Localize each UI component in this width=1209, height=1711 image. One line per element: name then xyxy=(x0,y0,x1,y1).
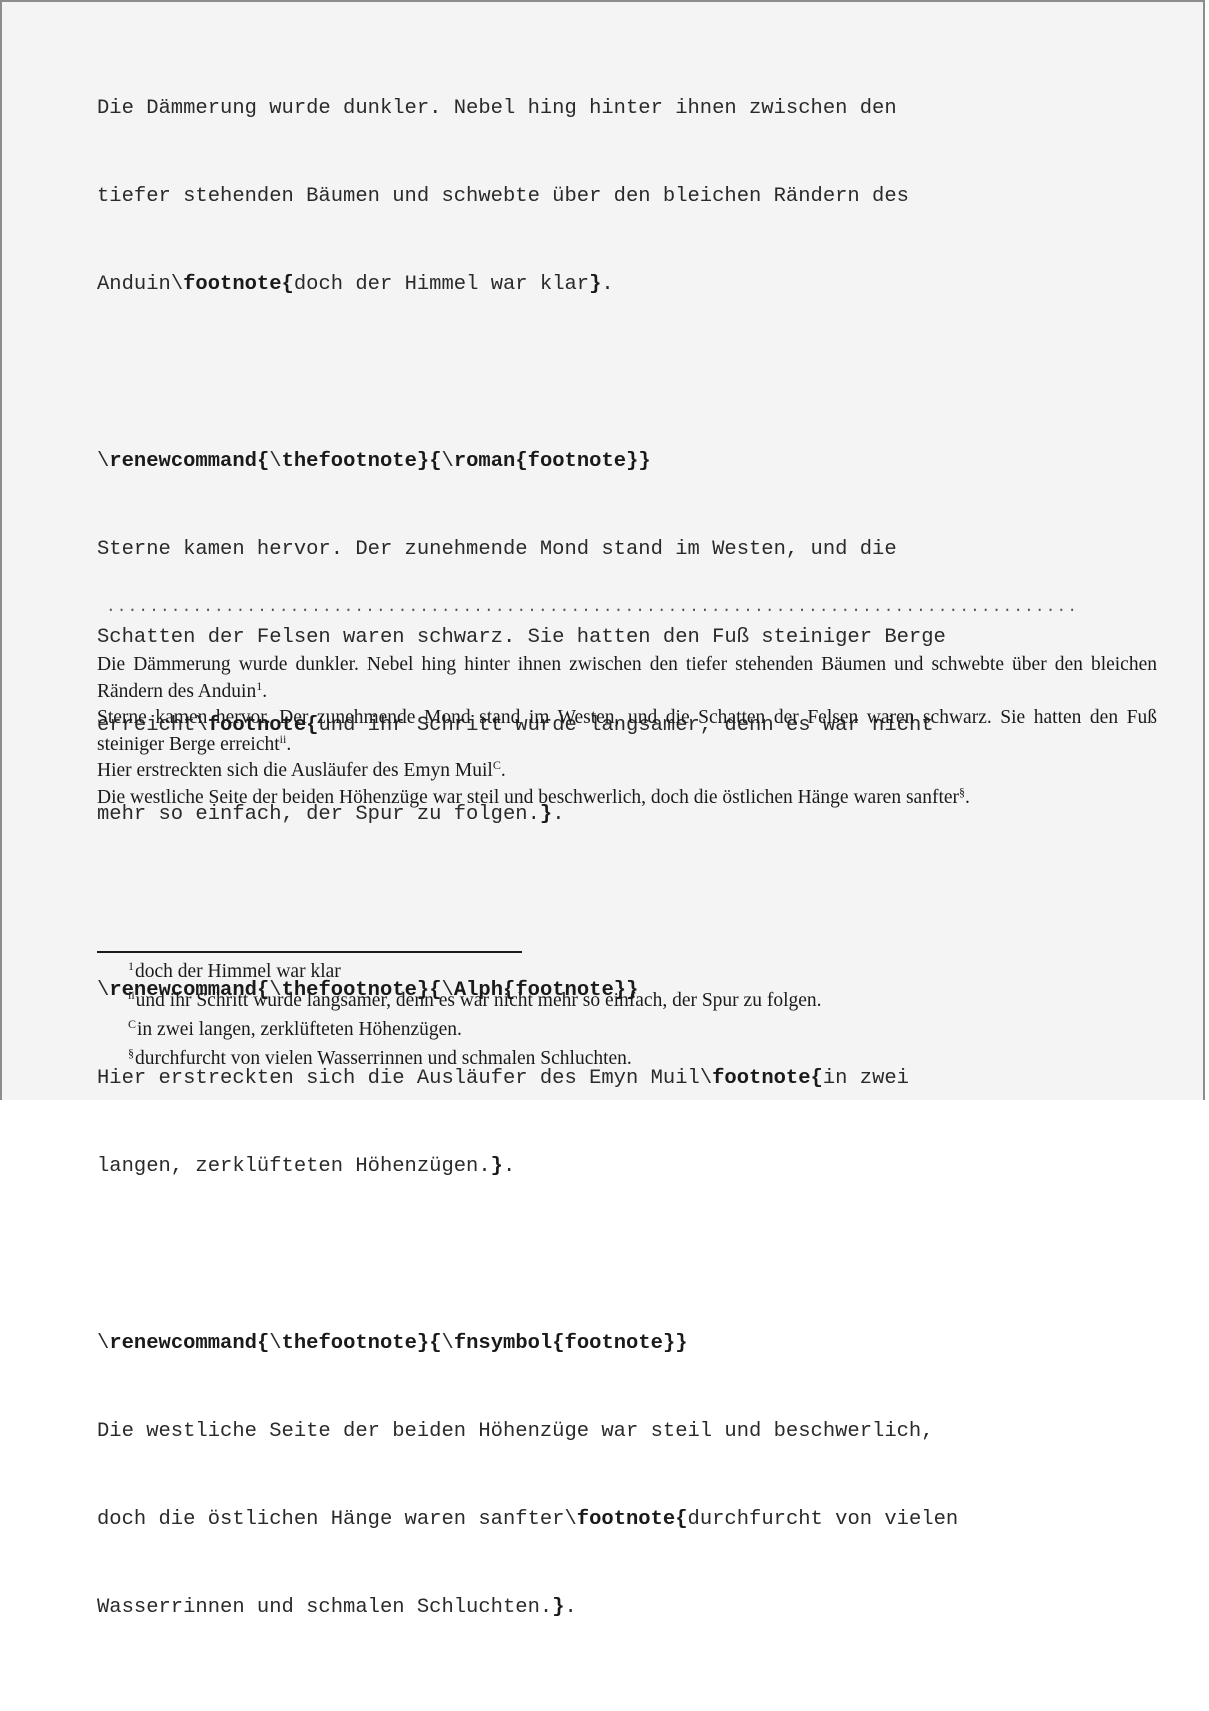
latex-command: thefootnote xyxy=(281,1331,417,1355)
source-line: Anduin\footnote{doch der Himmel war klar… xyxy=(97,273,614,297)
latex-command: renewcommand xyxy=(109,1331,257,1355)
output-text: . xyxy=(286,733,292,755)
source-line: doch die östlichen Hänge waren sanfter\f… xyxy=(97,1508,959,1532)
footnote-argument: durchfurcht von vielen xyxy=(687,1508,959,1532)
source-line: tiefer stehenden Bäumen und schwebte übe… xyxy=(97,185,909,209)
latex-argument: footnote xyxy=(527,449,627,473)
latex-argument: footnote xyxy=(564,1331,663,1355)
typeset-output: Die Dämmerung wurde dunkler. Nebel hing … xyxy=(97,652,1157,811)
footnote-mark: ii xyxy=(128,988,135,1002)
latex-source: Die Dämmerung wurde dunkler. Nebel hing … xyxy=(97,35,1157,1711)
source-paragraph-4: \renewcommand{\thefootnote}{\fnsymbol{fo… xyxy=(97,1270,1157,1682)
document-page: Die Dämmerung wurde dunkler. Nebel hing … xyxy=(0,0,1205,1619)
footnote-item: iiund ihr Schritt wurde langsamer, denn … xyxy=(128,986,1128,1015)
renewcommand-line: \renewcommand{\thefootnote}{\fnsymbol{fo… xyxy=(97,1331,688,1355)
source-text: . xyxy=(601,273,614,297)
footnote-list: 1doch der Himmel war klar iiund ihr Schr… xyxy=(128,957,1128,1073)
footnote-rule xyxy=(97,951,522,953)
footnote-text: doch der Himmel war klar xyxy=(135,961,341,982)
latex-command: roman xyxy=(453,449,516,473)
source-line: Schatten der Felsen waren schwarz. Sie h… xyxy=(97,626,946,650)
output-paragraph-1: Die Dämmerung wurde dunkler. Nebel hing … xyxy=(97,652,1157,705)
output-paragraph-3: Hier erstreckten sich die Ausläufer des … xyxy=(97,758,1157,785)
output-text: Die westliche Seite der beiden Höhenzüge… xyxy=(97,786,960,808)
latex-command: renewcommand xyxy=(109,449,257,473)
source-paragraph-2: \renewcommand{\thefootnote}{\roman{footn… xyxy=(97,388,1157,888)
footnote-item: Cin zwei langen, zerklüfteten Höhenzügen… xyxy=(128,1015,1128,1044)
source-paragraph-1: Die Dämmerung wurde dunkler. Nebel hing … xyxy=(97,35,1157,358)
footnote-text: und ihr Schritt wurde langsamer, denn es… xyxy=(135,990,822,1011)
source-line: Die westliche Seite der beiden Höhenzüge… xyxy=(97,1420,934,1444)
source-text: Anduin xyxy=(97,273,171,297)
output-text: Sterne kamen hervor. Der zunehmende Mond… xyxy=(97,707,1157,755)
separator-dots: ........................................… xyxy=(106,598,1079,616)
source-line: Die Dämmerung wurde dunkler. Nebel hing … xyxy=(97,96,897,120)
latex-command: fnsymbol xyxy=(453,1331,553,1355)
footnote-argument: doch der Himmel war klar xyxy=(293,273,590,297)
source-line: Wasserrinnen und schmalen Schluchten.}. xyxy=(97,1596,577,1620)
source-line: langen, zerklüfteten Höhenzügen.}. xyxy=(97,1155,516,1179)
footnote-mark: § xyxy=(128,1046,134,1060)
output-text: Hier erstreckten sich die Ausläufer des … xyxy=(97,760,493,781)
latex-command: footnote xyxy=(576,1508,676,1532)
output-text: . xyxy=(965,786,970,808)
source-text: . xyxy=(564,1596,577,1620)
footnote-argument: Wasserrinnen und schmalen Schluchten. xyxy=(97,1596,553,1620)
output-text: . xyxy=(262,680,268,702)
latex-command: footnote xyxy=(183,273,282,297)
source-text: doch die östlichen Hänge waren sanfter xyxy=(97,1508,565,1532)
footnote-argument: langen, zerklüfteten Höhenzügen. xyxy=(97,1155,491,1179)
footnote-mark: C xyxy=(492,758,501,772)
renewcommand-line: \renewcommand{\thefootnote}{\roman{footn… xyxy=(97,449,651,473)
output-text: . xyxy=(500,760,506,781)
latex-command: thefootnote xyxy=(281,449,417,473)
footnote-mark: 1 xyxy=(128,959,134,973)
footnote-text: in zwei langen, zerklüfteten Höhenzügen. xyxy=(137,1019,462,1040)
output-paragraph-4: Die westliche Seite der beiden Höhenzüge… xyxy=(97,785,1157,812)
source-line: Sterne kamen hervor. Der zunehmende Mond… xyxy=(97,537,897,561)
footnote-item: 1doch der Himmel war klar xyxy=(128,957,1128,986)
footnote-item: §durchfurcht von vielen Wasserrinnen und… xyxy=(128,1044,1128,1073)
source-text: . xyxy=(502,1155,516,1179)
footnote-text: durchfurcht von vielen Wasserrinnen und … xyxy=(135,1048,632,1069)
output-paragraph-2: Sterne kamen hervor. Der zunehmende Mond… xyxy=(97,705,1157,758)
footnote-mark: C xyxy=(128,1017,137,1031)
